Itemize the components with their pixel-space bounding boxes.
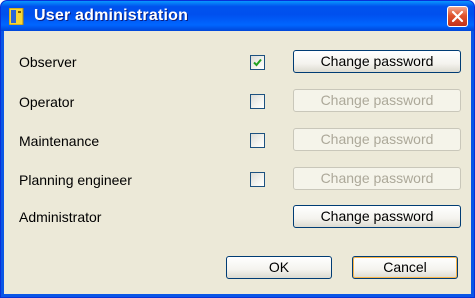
- title-bar[interactable]: User administration: [1, 1, 474, 31]
- role-label-planning-engineer: Planning engineer: [19, 172, 132, 188]
- role-label-operator: Operator: [19, 94, 75, 110]
- role-checkbox-planning-engineer[interactable]: [250, 172, 265, 187]
- ok-button[interactable]: OK: [226, 256, 332, 279]
- change-password-button-operator[interactable]: Change password: [293, 89, 461, 112]
- role-label-maintenance: Maintenance: [19, 133, 100, 149]
- role-checkbox-observer[interactable]: [250, 55, 265, 70]
- change-password-button-maintenance[interactable]: Change password: [293, 128, 461, 151]
- close-icon: [451, 10, 464, 23]
- role-label-observer: Observer: [19, 54, 77, 70]
- role-checkbox-operator[interactable]: [250, 94, 265, 109]
- role-checkbox-maintenance[interactable]: [250, 133, 265, 148]
- checkmark-icon: [253, 58, 262, 67]
- close-button[interactable]: [447, 6, 468, 27]
- change-password-button-observer[interactable]: Change password: [293, 50, 461, 73]
- app-icon: [8, 7, 25, 26]
- window-title: User administration: [34, 7, 189, 24]
- change-password-button-planning-engineer[interactable]: Change password: [293, 167, 461, 190]
- user-administration-dialog: User administration Observer Change pass…: [0, 0, 475, 298]
- dialog-body: Observer Change password Operator Change…: [4, 31, 471, 294]
- role-label-administrator: Administrator: [19, 209, 102, 225]
- change-password-button-administrator[interactable]: Change password: [293, 205, 461, 228]
- cancel-button[interactable]: Cancel: [352, 256, 458, 279]
